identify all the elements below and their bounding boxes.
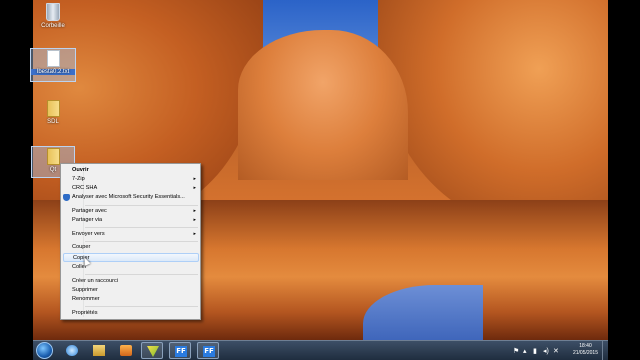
folder-icon	[46, 100, 60, 117]
file-explorer-icon	[93, 345, 105, 356]
submenu-arrow-icon: ▸	[193, 208, 196, 214]
taskbar: FF FF ⚑ ▴ ▮ ◂) ✕ 18:40 21/05/2015	[33, 340, 608, 360]
ff-app-icon: FF	[203, 346, 215, 357]
ff-app-icon: FF	[175, 346, 187, 357]
volume-icon[interactable]: ◂)	[543, 347, 549, 355]
taskbar-file-explorer[interactable]	[88, 342, 110, 359]
menu-separator	[85, 306, 198, 307]
taskbar-app[interactable]	[141, 342, 163, 359]
submenu-arrow-icon: ▸	[193, 185, 196, 191]
internet-explorer-icon	[66, 345, 78, 356]
app-icon	[147, 346, 159, 357]
wallpaper-rock-right	[378, 0, 608, 230]
shield-icon	[63, 194, 70, 201]
media-player-icon	[120, 345, 132, 356]
desktop-icon-label: SDL	[47, 119, 59, 125]
menu-item-cut[interactable]: Couper	[61, 243, 200, 252]
menu-item-label: Analyser avec Microsoft Security Essenti…	[72, 194, 185, 200]
menu-item-open[interactable]: Ouvrir	[61, 166, 200, 175]
clock-time: 18:40	[579, 343, 592, 349]
wallpaper-rock-center	[238, 30, 408, 180]
start-button[interactable]	[36, 342, 53, 359]
letterbox-right	[608, 0, 640, 360]
taskbar-internet-explorer[interactable]	[61, 342, 83, 359]
menu-item-7zip[interactable]: 7-Zip ▸	[61, 175, 200, 184]
letterbox-left	[0, 0, 33, 360]
text-file-icon	[46, 50, 60, 67]
taskbar-media-player[interactable]	[115, 342, 137, 359]
clock[interactable]: 18:40 21/05/2015	[573, 343, 598, 357]
taskbar-ff-app-1[interactable]: FF	[169, 342, 191, 359]
menu-item-share-with[interactable]: Partager avec ▸	[61, 207, 200, 216]
menu-item-label: 7-Zip	[72, 176, 85, 182]
menu-item-label: Supprimer	[72, 287, 98, 293]
desktop-icon-recycle-bin[interactable]: Corbeille	[31, 3, 75, 29]
submenu-arrow-icon: ▸	[193, 217, 196, 223]
menu-separator	[85, 205, 198, 206]
menu-item-label: Propriétés	[72, 310, 98, 316]
clock-date: 21/05/2015	[572, 350, 598, 356]
menu-item-create-shortcut[interactable]: Créer un raccourci	[61, 277, 200, 286]
menu-item-label: Créer un raccourci	[72, 278, 119, 284]
menu-item-share-via[interactable]: Partager via ▸	[61, 216, 200, 225]
show-desktop-button[interactable]	[602, 341, 608, 360]
taskbar-ff-app-2[interactable]: FF	[197, 342, 219, 359]
menu-item-label: Couper	[72, 244, 91, 250]
action-center-flag-icon[interactable]: ⚑	[513, 347, 519, 355]
menu-separator	[85, 274, 198, 275]
menu-item-label: Ouvrir	[72, 167, 89, 173]
menu-item-label: CRC SHA	[72, 185, 98, 191]
menu-item-scan-security-essentials[interactable]: Analyser avec Microsoft Security Essenti…	[61, 193, 200, 202]
network-icon[interactable]: ▮	[533, 347, 537, 355]
desktop-icon-label: Ibesta0.2.txt	[31, 69, 75, 75]
folder-icon	[46, 148, 60, 165]
menu-item-label: Renommer	[72, 296, 100, 302]
menu-item-properties[interactable]: Propriétés	[61, 309, 200, 318]
system-tray: ⚑ ▴ ▮ ◂) ✕ 18:40 21/05/2015	[513, 341, 608, 360]
show-hidden-icons-icon[interactable]: ▴	[523, 347, 527, 355]
context-menu: Ouvrir 7-Zip ▸ CRC SHA ▸ Analyser avec M…	[60, 163, 201, 320]
tray-status-icon[interactable]: ✕	[553, 347, 559, 355]
menu-item-crc-sha[interactable]: CRC SHA ▸	[61, 184, 200, 193]
desktop-icon-sdl-folder[interactable]: SDL	[31, 100, 75, 125]
menu-separator	[85, 241, 198, 242]
menu-separator	[85, 227, 198, 228]
menu-item-paste[interactable]: Coller	[61, 263, 200, 272]
desktop-icon-text-file[interactable]: Ibesta0.2.txt	[30, 48, 76, 82]
submenu-arrow-icon: ▸	[193, 176, 196, 182]
menu-item-label: Envoyer vers	[72, 231, 105, 237]
menu-item-send-to[interactable]: Envoyer vers ▸	[61, 230, 200, 239]
menu-item-label: Partager via	[72, 217, 103, 223]
recycle-bin-icon	[46, 3, 60, 21]
menu-item-label: Partager avec	[72, 208, 107, 214]
desktop-icon-label: Corbeille	[41, 23, 65, 29]
menu-item-delete[interactable]: Supprimer	[61, 286, 200, 295]
menu-item-rename[interactable]: Renommer	[61, 295, 200, 304]
submenu-arrow-icon: ▸	[193, 231, 196, 237]
